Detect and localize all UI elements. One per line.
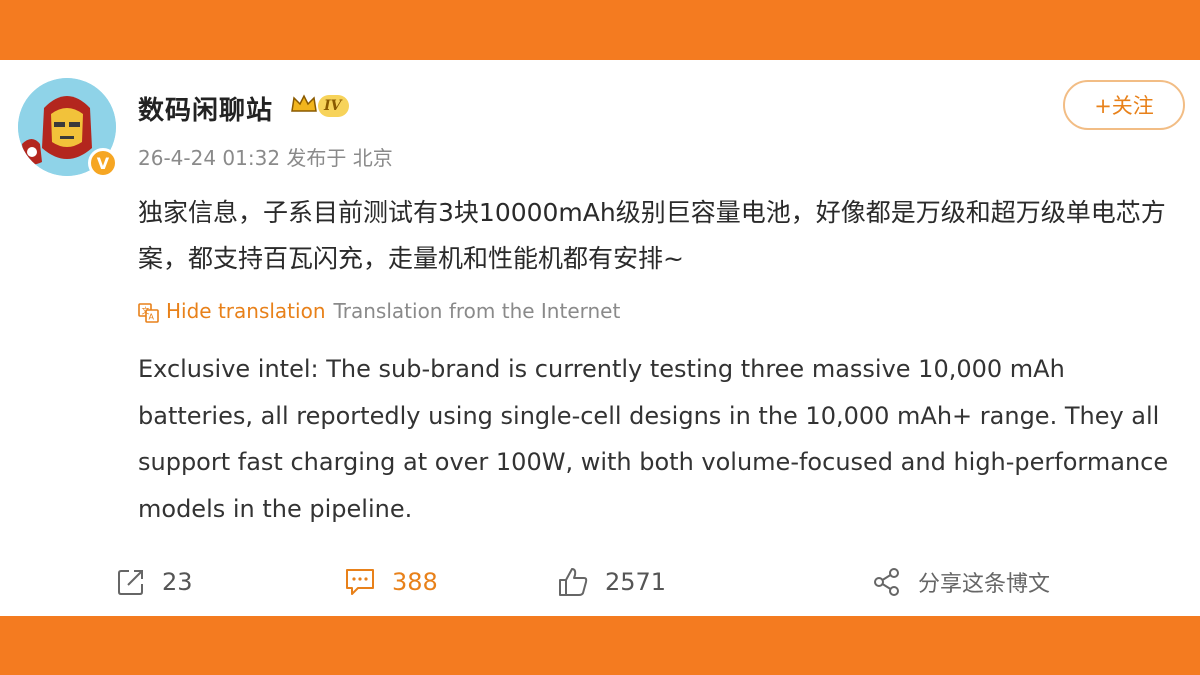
repost-button[interactable]: 23 [116,562,193,602]
weibo-post-card: V 数码闲聊站 IV 26-4-24 01:32 发布于 北京 +关注 独家信息… [0,60,1200,616]
comment-button[interactable]: 388 [344,562,438,602]
follow-button[interactable]: +关注 [1063,80,1185,130]
translation-source: Translation from the Internet [333,299,621,323]
svg-text:A: A [149,312,155,321]
verified-badge-icon: V [88,148,118,178]
comment-icon [346,569,374,595]
share-label: 分享这条博文 [918,572,1051,597]
post-text-english: Exclusive intel: The sub-brand is curren… [138,355,1169,523]
repost-icon [118,570,143,595]
like-count: 2571 [605,568,667,596]
repost-count: 23 [162,568,193,596]
post-text-chinese: 独家信息，子系目前测试有3块10000mAh级别巨容量电池，好像都是万级和超万级… [138,198,1166,273]
thumbs-up-icon [559,568,588,596]
translate-icon: 文 A [138,302,159,323]
author-name[interactable]: 数码闲聊站 [138,90,273,127]
share-icon [874,568,899,596]
like-button[interactable]: 2571 [557,562,666,602]
level-badge: IV [318,95,350,117]
comment-count: 388 [392,568,438,596]
translation-bar: 文 A Hide translation Translation from the… [138,298,620,324]
hide-translation-link[interactable]: Hide translation [166,299,326,323]
crown-icon [291,94,317,112]
top-frame-band [0,0,1200,60]
share-button[interactable]: 分享这条博文 [872,562,1050,602]
bottom-frame-band [0,616,1200,675]
post-meta: 26-4-24 01:32 发布于 北京 [138,146,393,170]
